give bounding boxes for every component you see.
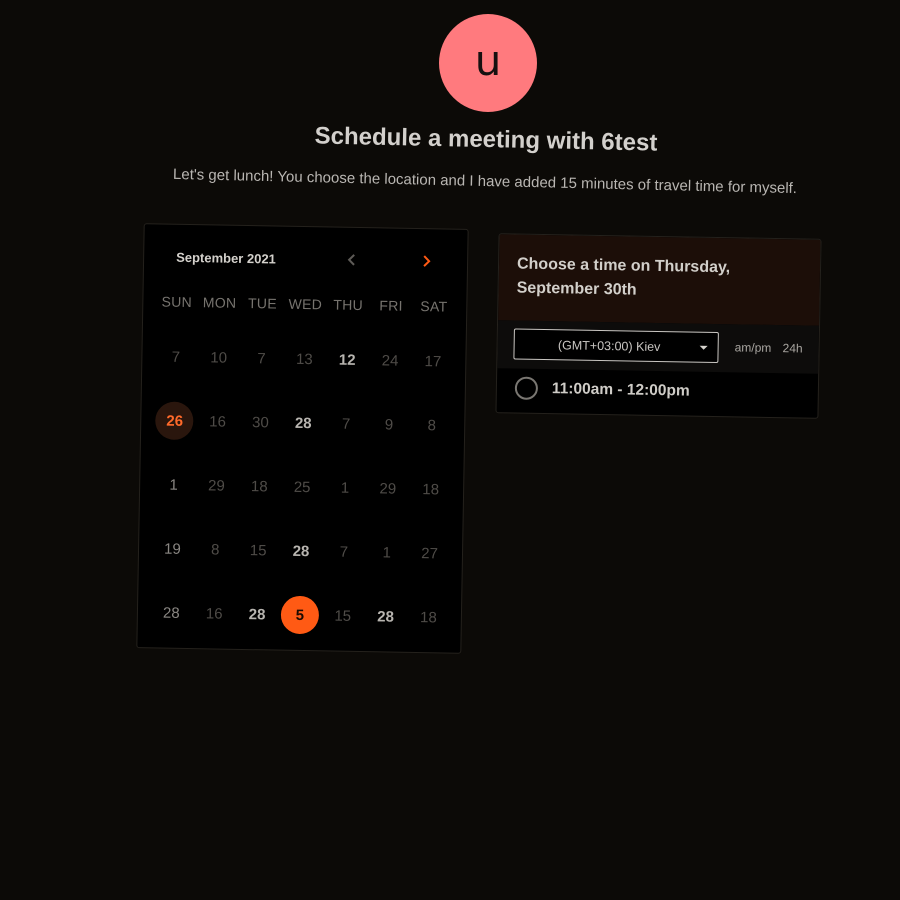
calendar-day: 30 (251, 413, 269, 431)
calendar-day: 18 (250, 477, 268, 495)
caret-down-icon (699, 345, 708, 350)
weekday-label: MON (202, 294, 237, 311)
page-title: Schedule a meeting with 6test (314, 122, 658, 157)
calendar-day: 25 (293, 478, 311, 496)
calendar-day: 15 (334, 607, 352, 625)
calendar-day: 16 (205, 604, 223, 623)
calendar-day: 18 (419, 608, 437, 626)
time-slot-option[interactable]: 11:00am - 12:00pm (514, 376, 690, 403)
timezone-value: (GMT+03:00) Kiev (557, 337, 661, 354)
calendar-day: 13 (295, 350, 313, 368)
next-month-button[interactable] (414, 249, 438, 273)
calendar-day: 7 (171, 348, 181, 366)
calendar-day-selected[interactable]: 5 (278, 583, 322, 648)
calendar-day: 9 (384, 415, 394, 434)
calendar-day-available[interactable]: 28 (281, 391, 325, 456)
calendar-day-grid: 7 10 7 13 12 24 17 26 16 30 28 7 9 8 1 2… (149, 324, 455, 649)
avatar-letter: u (474, 36, 502, 85)
calendar-day: 29 (207, 476, 225, 495)
calendar-day: 10 (210, 348, 228, 367)
calendar-day: 24 (381, 351, 399, 370)
calendar-day: 27 (421, 544, 439, 562)
calendar-day: 1 (340, 479, 350, 497)
calendar-day: 19 (163, 540, 181, 558)
calendar-day: 28 (162, 604, 180, 622)
calendar-day: 8 (210, 540, 220, 559)
time-slot-panel: Choose a time on Thursday, September 30t… (495, 233, 822, 419)
calendar-day: 18 (422, 480, 440, 498)
calendar-day-available[interactable]: 28 (279, 519, 323, 584)
date-picker-calendar: September 2021 SUN MON TUE WED THU FRI S… (136, 223, 469, 654)
weekday-label: FRI (379, 297, 403, 314)
calendar-day: 1 (382, 543, 392, 562)
weekday-label: WED (288, 295, 323, 313)
previous-month-button[interactable] (340, 248, 364, 272)
weekday-label: TUE (247, 295, 278, 312)
host-avatar: u (439, 14, 537, 112)
calendar-month-label: September 2021 (176, 249, 276, 267)
calendar-day: 16 (209, 412, 227, 431)
calendar-day: 15 (249, 541, 267, 559)
weekday-label: SUN (161, 293, 193, 311)
radio-button[interactable] (514, 376, 539, 400)
calendar-day-today[interactable]: 26 (153, 388, 197, 453)
calendar-day-available[interactable]: 28 (364, 584, 408, 649)
scheduling-page: u Schedule a meeting with 6test Let's ge… (0, 0, 900, 900)
calendar-day: 7 (341, 415, 351, 433)
weekday-label: THU (333, 296, 364, 314)
time-slot-label: 11:00am - 12:00pm (551, 379, 690, 400)
time-panel-controls: (GMT+03:00) Kiev am/pm 24h (497, 320, 820, 374)
chevron-right-icon (423, 255, 431, 267)
timezone-select[interactable]: (GMT+03:00) Kiev (513, 328, 719, 364)
meeting-description: Let's get lunch! You choose the location… (172, 165, 798, 198)
calendar-day: 1 (169, 476, 178, 494)
time-panel-heading: Choose a time on Thursday, September 30t… (498, 234, 821, 326)
calendar-day-available[interactable]: 28 (235, 582, 279, 647)
calendar-day: 29 (379, 479, 397, 498)
ampm-format-toggle[interactable]: am/pm (735, 340, 772, 355)
weekday-label: SAT (420, 298, 448, 315)
weekday-header: SUN MON TUE WED THU FRI SAT (155, 293, 455, 315)
calendar-day: 17 (424, 352, 442, 370)
calendar-day-available[interactable]: 12 (325, 327, 369, 392)
calendar-day: 8 (427, 416, 437, 434)
24h-format-toggle[interactable]: 24h (783, 341, 803, 355)
calendar-day: 7 (339, 543, 349, 561)
chevron-left-icon (347, 254, 355, 266)
calendar-day: 7 (257, 349, 266, 367)
